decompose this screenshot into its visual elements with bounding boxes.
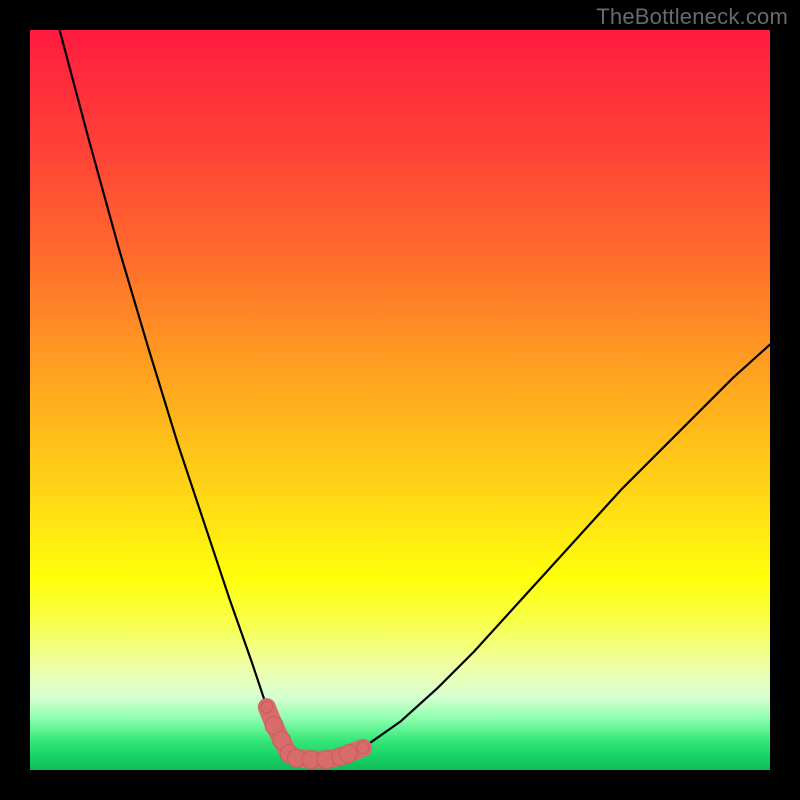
- watermark-text: TheBottleneck.com: [596, 4, 788, 30]
- highlight-marker-group: [261, 701, 369, 769]
- highlight-marker-dot: [357, 742, 369, 754]
- plot-area: [30, 30, 770, 770]
- chart-overlay: [30, 30, 770, 770]
- highlight-marker-dot: [261, 701, 273, 713]
- highlight-marker-dot: [339, 745, 357, 763]
- bottleneck-curve-line: [60, 30, 770, 760]
- chart-frame: TheBottleneck.com: [0, 0, 800, 800]
